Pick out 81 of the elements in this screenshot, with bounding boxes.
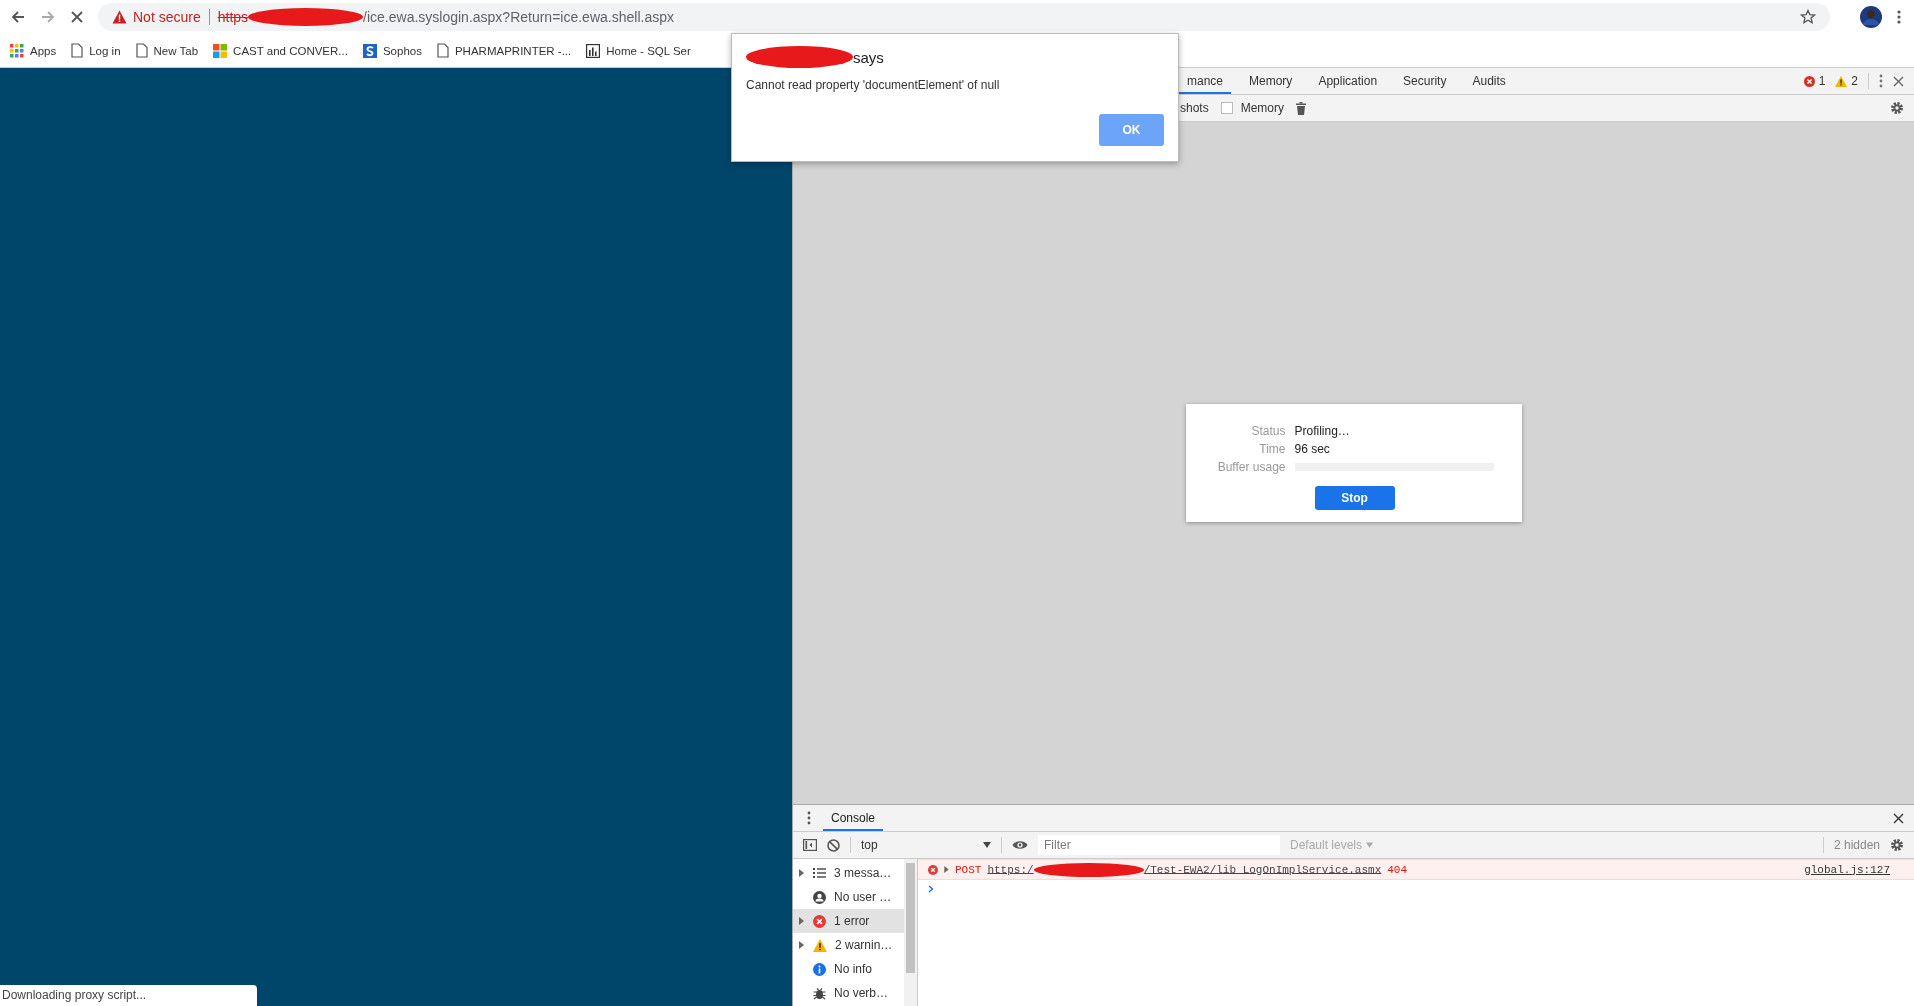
page-icon — [71, 43, 84, 58]
close-icon[interactable] — [1893, 75, 1904, 87]
error-icon — [928, 864, 938, 875]
bookmark[interactable]: Apps — [10, 43, 57, 58]
expand-icon — [799, 917, 804, 925]
status-label: Buffer usage — [1216, 460, 1286, 474]
stop-button[interactable]: Stop — [1314, 486, 1395, 510]
devtools-tab[interactable]: Memory — [1241, 68, 1301, 94]
sidebar-item[interactable]: No verb… — [793, 981, 904, 1005]
status-value: 96 sec — [1294, 442, 1330, 456]
error-count: 1 — [1818, 74, 1826, 88]
back-icon[interactable] — [10, 9, 26, 25]
dialog-message: Cannot read property 'documentElement' of null — [746, 78, 1001, 92]
devtools-tab[interactable]: Security — [1395, 68, 1455, 94]
bug-icon — [813, 986, 826, 1000]
clear-icon[interactable] — [827, 838, 840, 852]
more-icon[interactable] — [807, 811, 811, 825]
chart-icon — [586, 43, 601, 58]
sidebar-item[interactable]: No info — [793, 957, 904, 981]
status-label: Status — [1250, 424, 1286, 438]
source-link[interactable]: global.js:127 — [1804, 863, 1890, 876]
page-icon — [135, 43, 148, 58]
more-icon[interactable] — [1879, 74, 1883, 88]
tiles-icon — [213, 43, 228, 58]
status-value: Profiling… — [1294, 424, 1350, 438]
bookmark[interactable]: New Tab — [135, 43, 199, 58]
warning-count: 2 — [1851, 74, 1858, 88]
error-icon — [1803, 75, 1815, 87]
sidebar-item[interactable]: 3 messa… — [793, 861, 904, 885]
info-icon — [813, 962, 826, 976]
star-icon[interactable] — [1800, 9, 1816, 25]
toolbar-label: shots — [1180, 101, 1209, 115]
bookmark[interactable]: PHARMAPRINTER -... — [436, 43, 572, 58]
expand-icon[interactable] — [944, 866, 949, 873]
sidebar-icon[interactable] — [803, 839, 817, 851]
hidden-count: 2 hidden — [1833, 838, 1880, 852]
dropdown-icon — [1366, 842, 1374, 848]
status-code: 404 — [1387, 863, 1408, 876]
memory-checkbox[interactable]: Memory — [1220, 101, 1285, 115]
bookmark[interactable]: Log in — [71, 43, 121, 58]
bookmark[interactable]: CAST and CONVER... — [213, 43, 348, 58]
settings-icon[interactable] — [1890, 838, 1904, 852]
status-bubble: Downloading proxy script... — [0, 985, 257, 1006]
context-select[interactable]: top — [861, 838, 991, 852]
close-icon[interactable] — [1893, 812, 1904, 824]
sidebar-item[interactable]: No user … — [793, 885, 904, 909]
devtools-tab[interactable]: Application — [1310, 68, 1386, 94]
url-scheme: https — [217, 9, 249, 25]
request-url[interactable]: https:/ /Test-EWA2/lib_LogOnImplService.asmx — [987, 862, 1382, 877]
warning-icon — [1835, 75, 1848, 87]
warning-icon — [813, 938, 827, 952]
scrollbar[interactable] — [906, 863, 915, 973]
prompt-icon — [928, 885, 934, 893]
trash-icon[interactable] — [1296, 101, 1307, 115]
sidebar-item[interactable]: 1 error — [793, 909, 904, 933]
page-icon — [436, 43, 449, 58]
expand-icon — [799, 869, 804, 877]
filter-field[interactable]: Filter — [1038, 835, 1280, 855]
warning-icon — [112, 10, 127, 24]
square-icon — [362, 43, 377, 58]
error-icon — [813, 914, 826, 928]
http-method: POST — [955, 863, 982, 876]
security-label: Not secure — [133, 9, 201, 25]
avatar-icon[interactable] — [1860, 6, 1882, 28]
dialog-title: says — [853, 48, 884, 66]
dropdown-icon — [983, 842, 991, 848]
devtools-tab[interactable]: Audits — [1464, 68, 1514, 94]
expand-icon — [799, 941, 804, 949]
url-text: /ice.ewa.syslogin.aspx?Return=ice.ewa.shell.aspx — [363, 9, 674, 25]
list-icon — [813, 868, 826, 878]
status-label: Time — [1258, 442, 1286, 456]
grid-icon — [10, 43, 24, 58]
settings-icon[interactable] — [1890, 101, 1904, 115]
menu-icon[interactable] — [1896, 9, 1902, 25]
bookmark[interactable]: Sophos — [362, 43, 422, 58]
address-bar[interactable]: Not secure https /ice.ewa.syslogin.aspx?Return=ice.ewa.shell.aspx — [98, 3, 1830, 31]
bookmark[interactable]: Home - SQL Ser — [586, 43, 691, 58]
eye-icon[interactable] — [1012, 840, 1028, 850]
user-icon — [813, 890, 826, 904]
sidebar-item[interactable]: 2 warnin… — [793, 933, 904, 957]
close-icon[interactable] — [70, 10, 84, 24]
